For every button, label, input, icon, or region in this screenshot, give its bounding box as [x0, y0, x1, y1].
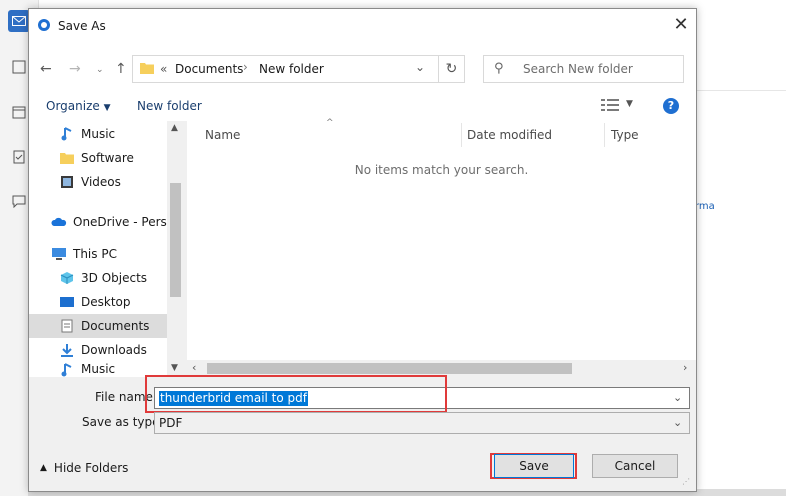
save-as-dialog: Save As ✕ ← → ⌄ ↑ « Documents › New fold… — [28, 8, 697, 492]
breadcrumb-separator-icon[interactable]: › — [243, 60, 248, 74]
search-placeholder: Search New folder — [523, 62, 633, 76]
scrollbar-thumb[interactable] — [207, 363, 572, 374]
address-book-icon[interactable] — [8, 56, 30, 78]
cloud-icon — [51, 214, 67, 230]
background-app-top — [38, 0, 786, 8]
new-folder-button[interactable]: New folder — [137, 99, 202, 113]
save-as-type-select[interactable]: PDF ⌄ — [154, 412, 690, 434]
pc-icon — [51, 246, 67, 262]
file-name-dropdown-chevron-icon[interactable]: ⌄ — [673, 391, 682, 404]
empty-message: No items match your search. — [354, 163, 529, 177]
nav-item-software[interactable]: Software — [29, 146, 167, 170]
sort-indicator-icon: ^ — [326, 118, 334, 128]
chevron-up-icon: ▲ — [40, 463, 47, 473]
file-name-highlight — [145, 375, 447, 413]
cancel-button[interactable]: Cancel — [592, 454, 678, 478]
folder-icon — [59, 150, 75, 166]
nav-item-music[interactable]: Music — [29, 122, 167, 146]
close-icon[interactable]: ✕ — [669, 13, 693, 37]
video-icon — [59, 174, 75, 190]
background-app-content: rma — [695, 0, 786, 496]
command-toolbar: Organize ▼ New folder ▼ ? — [29, 93, 696, 121]
nav-item-label: Videos — [81, 175, 121, 189]
scrollbar-thumb[interactable] — [170, 183, 181, 297]
nav-item-documents[interactable]: Documents — [29, 314, 167, 338]
nav-item-downloads[interactable]: Downloads — [29, 338, 167, 362]
breadcrumb-documents[interactable]: Documents — [175, 62, 243, 76]
search-icon: ⚲ — [494, 61, 504, 76]
navigation-pane: Music Software Videos OneDrive - Person … — [29, 121, 184, 377]
background-link-text: rma — [695, 201, 715, 212]
nav-item-label: Documents — [81, 319, 150, 333]
folder-icon — [140, 62, 156, 76]
column-header-date-modified[interactable]: Date modified — [467, 123, 552, 147]
save-type-dropdown-chevron-icon[interactable]: ⌄ — [673, 416, 682, 429]
column-header-type[interactable]: Type — [611, 123, 639, 147]
address-dropdown-chevron-icon[interactable]: ⌄ — [415, 60, 425, 74]
address-bar[interactable]: « Documents › New folder ⌄ — [132, 55, 465, 83]
search-input[interactable]: ⚲ Search New folder — [483, 55, 684, 83]
resize-grip-icon[interactable]: ⋰ — [682, 477, 690, 486]
scroll-up-icon[interactable]: ▲ — [171, 123, 178, 133]
scroll-right-icon[interactable]: › — [683, 361, 687, 374]
calendar-icon[interactable] — [8, 101, 30, 123]
document-icon — [59, 318, 75, 334]
nav-item-label: 3D Objects — [81, 271, 148, 285]
thunderbird-icon — [37, 18, 51, 32]
mail-icon[interactable] — [8, 10, 30, 32]
column-divider — [461, 123, 462, 147]
chevron-down-icon: ▼ — [103, 103, 111, 113]
nav-item-videos[interactable]: Videos — [29, 170, 167, 194]
title-bar: Save As ✕ — [29, 9, 696, 43]
music-icon — [59, 126, 75, 142]
column-header-name[interactable]: Name — [205, 123, 240, 147]
save-as-type-value: PDF — [159, 416, 183, 430]
desktop-icon — [59, 294, 75, 310]
cube-icon — [59, 270, 75, 286]
nav-item-label: Desktop — [81, 295, 131, 309]
hide-folders-button[interactable]: ▲ Hide Folders — [40, 461, 128, 475]
recent-locations-chevron-icon[interactable]: ⌄ — [96, 65, 104, 75]
tasks-icon[interactable] — [8, 146, 30, 168]
view-options-icon[interactable] — [601, 98, 619, 114]
breadcrumb-new-folder[interactable]: New folder — [259, 62, 324, 76]
nav-item-label: Software — [81, 151, 134, 165]
save-button[interactable]: Save — [494, 454, 574, 478]
nav-item-label: OneDrive - Person — [73, 215, 167, 229]
nav-item-onedrive[interactable]: OneDrive - Person — [29, 210, 167, 234]
hide-folders-label: Hide Folders — [53, 461, 129, 475]
dialog-title: Save As — [58, 19, 106, 33]
forward-arrow-icon[interactable]: → — [69, 61, 81, 77]
nav-item-label: Music — [81, 362, 116, 376]
scroll-left-icon[interactable]: ‹ — [192, 361, 196, 374]
music-icon — [59, 362, 75, 377]
nav-item-desktop[interactable]: Desktop — [29, 290, 167, 314]
chat-icon[interactable] — [8, 190, 30, 212]
organize-label: Organize — [46, 99, 100, 113]
divider — [695, 90, 786, 91]
scroll-down-icon[interactable]: ▼ — [171, 363, 178, 373]
breadcrumb-overflow[interactable]: « — [160, 62, 167, 76]
organize-button[interactable]: Organize ▼ — [46, 99, 111, 113]
help-icon[interactable]: ? — [663, 98, 679, 114]
nav-item-this-pc[interactable]: This PC — [29, 242, 167, 266]
nav-item-label: This PC — [73, 247, 117, 261]
up-arrow-icon[interactable]: ↑ — [115, 61, 127, 77]
save-as-type-label: Save as type: — [82, 415, 164, 429]
nav-pane-scrollbar[interactable]: ▲ ▼ — [167, 121, 184, 377]
nav-item-label: Downloads — [81, 343, 147, 357]
refresh-icon[interactable]: ↻ — [438, 55, 465, 83]
nav-item-3d-objects[interactable]: 3D Objects — [29, 266, 167, 290]
view-dropdown-chevron-icon[interactable]: ▼ — [626, 99, 633, 109]
column-divider — [604, 123, 605, 147]
download-icon — [59, 342, 75, 358]
file-list: ^ Name Date modified Type No items match… — [187, 118, 696, 377]
navigation-bar: ← → ⌄ ↑ « Documents › New folder ⌄ ↻ ⚲ S… — [29, 43, 696, 93]
back-arrow-icon[interactable]: ← — [40, 61, 52, 77]
nav-item-label: Music — [81, 127, 116, 141]
